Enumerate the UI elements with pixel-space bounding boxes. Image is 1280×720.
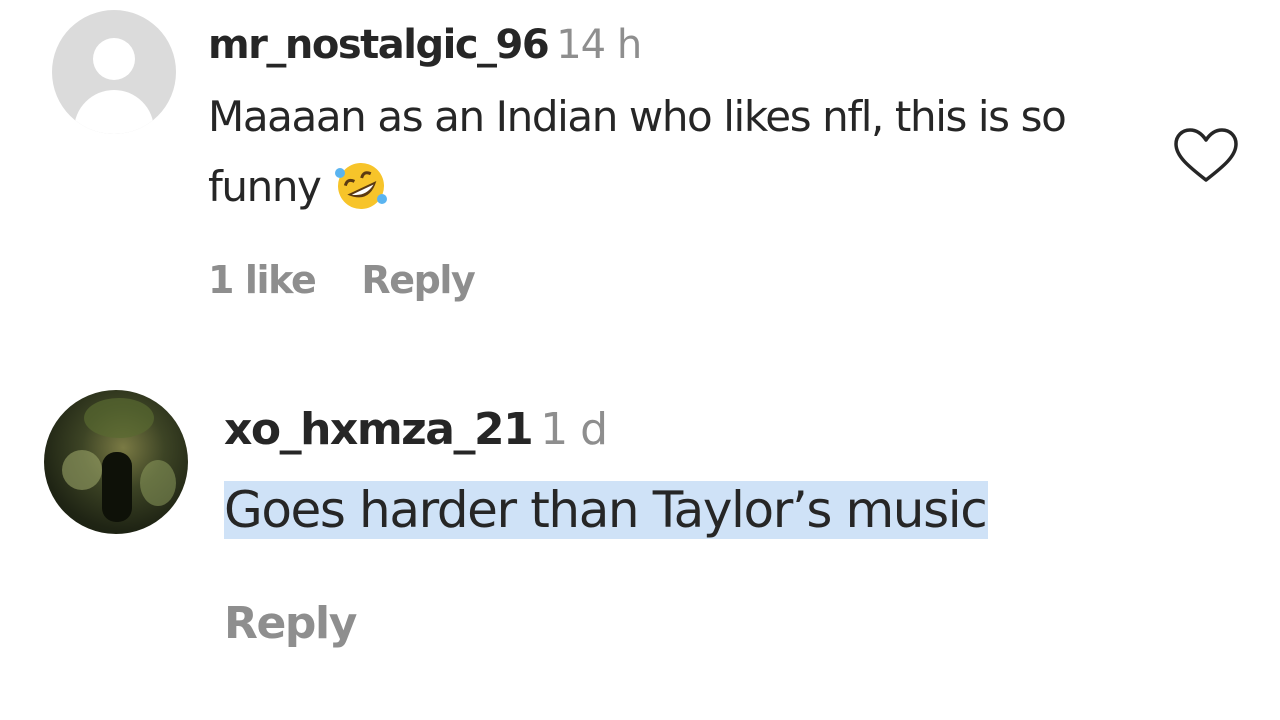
comment-text-wrapper: Maaaan as an Indian who likes nfl, this …	[208, 82, 1158, 222]
comment-username[interactable]: xo_hxmza_21	[224, 404, 534, 455]
default-avatar-icon[interactable]	[52, 10, 176, 134]
comment-header: xo_hxmza_21 1 d	[224, 404, 608, 455]
heart-icon[interactable]	[1170, 126, 1242, 186]
comment-actions: 1 like Reply	[208, 258, 520, 302]
comment-header: mr_nostalgic_96 14 h	[208, 22, 642, 68]
comment-timestamp: 1 d	[540, 404, 608, 455]
reply-button[interactable]: Reply	[361, 258, 475, 302]
reply-button[interactable]: Reply	[224, 598, 357, 649]
likes-count-button[interactable]: 1 like	[208, 258, 317, 302]
comment-item: mr_nostalgic_96 14 h Maaaan as an Indian …	[0, 0, 1280, 340]
comment-actions: Reply	[224, 598, 402, 649]
comment-text-wrapper: Goes harder than Taylor’s music	[224, 470, 989, 550]
comment-text[interactable]: Goes harder than Taylor’s music	[224, 481, 989, 539]
profile-photo[interactable]	[44, 390, 188, 534]
comment-username[interactable]: mr_nostalgic_96	[208, 22, 550, 68]
comment-timestamp: 14 h	[556, 22, 642, 68]
rolling-on-floor-laughing-icon	[335, 163, 388, 209]
comment-item: xo_hxmza_21 1 d Goes harder than Taylor’s…	[0, 380, 1280, 680]
